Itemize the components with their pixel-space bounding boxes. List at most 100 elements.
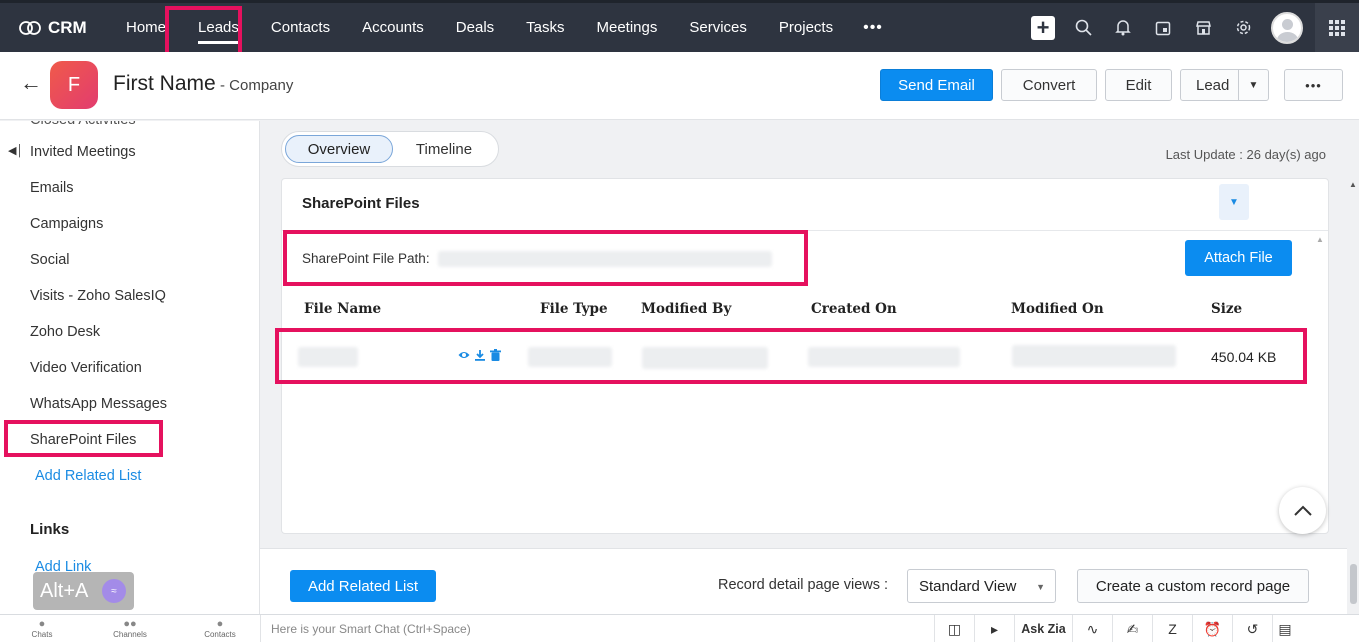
edit-button[interactable]: Edit [1105, 69, 1172, 101]
smart-chat-input[interactable]: Here is your Smart Chat (Ctrl+Space) [260, 615, 932, 642]
sidebar-item-whatsapp-messages[interactable]: WhatsApp Messages [30, 396, 167, 412]
footer-tab-chats[interactable]: ● Chats [12, 618, 72, 639]
page-scrollbar[interactable]: ▲ [1347, 178, 1359, 614]
chevron-down-icon[interactable]: ▼ [1219, 184, 1249, 220]
contacts-icon: ● [216, 618, 224, 630]
voice-icon: ≈ [102, 579, 126, 603]
scroll-up-icon[interactable]: ▲ [1316, 235, 1324, 244]
download-icon[interactable] [474, 349, 486, 361]
column-modified-by[interactable]: Modified By [641, 301, 731, 317]
panel-scrollbar[interactable]: ▲ [1313, 231, 1325, 533]
sidebar-item-visits-salesiq[interactable]: Visits - Zoho SalesIQ [30, 288, 166, 304]
record-header: ← F First Name - Company Send Email Conv… [0, 52, 1359, 120]
shortcut-label: Alt+A [40, 579, 89, 602]
channels-icon: ●● [123, 618, 137, 630]
calendar-button[interactable] [1143, 3, 1183, 52]
brand-label: CRM [48, 17, 87, 37]
size-cell: 450.04 KB [1211, 349, 1277, 365]
record-avatar: F [50, 61, 98, 109]
notes-icon[interactable]: ▤ [1272, 615, 1297, 642]
column-size[interactable]: Size [1211, 301, 1242, 317]
user-avatar[interactable] [1271, 11, 1303, 44]
alarm-icon[interactable]: ⏰ [1192, 615, 1232, 642]
signals-icon[interactable]: ∿ [1072, 615, 1112, 642]
nav-leads[interactable]: Leads [182, 3, 255, 52]
screen-share-icon[interactable]: ◫ [934, 615, 974, 642]
marketplace-button[interactable] [1183, 3, 1223, 52]
sidebar-item-zoho-desk[interactable]: Zoho Desk [30, 324, 100, 340]
nav-deals[interactable]: Deals [440, 3, 510, 52]
footer-bar: ● Chats ●● Channels ● Contacts Here is y… [0, 614, 1359, 642]
nav-meetings[interactable]: Meetings [581, 3, 674, 52]
nav-home[interactable]: Home [110, 3, 182, 52]
footer-tab-contacts-label: Contacts [204, 630, 236, 639]
nav-projects[interactable]: Projects [763, 3, 849, 52]
modified-by-redacted [642, 347, 768, 369]
sidebar-item-campaigns[interactable]: Campaigns [30, 216, 103, 232]
add-related-list-link[interactable]: Add Related List [35, 468, 141, 484]
scroll-up-icon[interactable]: ▲ [1349, 180, 1357, 189]
more-actions-button[interactable]: ••• [1284, 69, 1343, 101]
column-modified-on[interactable]: Modified On [1011, 301, 1104, 317]
shortcut-badge[interactable]: Alt+A ≈ [33, 572, 134, 610]
tab-timeline[interactable]: Timeline [396, 135, 492, 163]
history-icon[interactable]: ↺ [1232, 615, 1272, 642]
column-created-on[interactable]: Created On [811, 301, 897, 317]
nav-contacts[interactable]: Contacts [255, 3, 346, 52]
sidebar-item-video-verification[interactable]: Video Verification [30, 360, 142, 376]
chevron-down-icon[interactable]: ▼ [1238, 70, 1268, 100]
record-view-select[interactable]: Standard View ▼ [907, 569, 1056, 603]
ask-zia-button[interactable]: Ask Zia [1014, 615, 1072, 642]
lead-layout-button[interactable]: Lead ▼ [1180, 69, 1269, 101]
search-icon [1075, 19, 1092, 36]
eye-icon[interactable] [458, 349, 470, 361]
apps-grid-button[interactable] [1315, 3, 1359, 52]
announcement-icon[interactable]: ▸ [974, 615, 1014, 642]
sharepoint-path-label: SharePoint File Path: [302, 251, 430, 266]
send-email-button[interactable]: Send Email [880, 69, 993, 101]
notifications-button[interactable] [1103, 3, 1143, 52]
sharepoint-files-panel: SharePoint Files ▼ SharePoint File Path:… [281, 178, 1329, 534]
record-company: - Company [220, 77, 294, 94]
row-actions [458, 349, 501, 361]
store-icon [1195, 20, 1211, 35]
feedback-icon[interactable]: ✍ [1112, 615, 1152, 642]
footer-tab-channels-label: Channels [113, 630, 147, 639]
sharepoint-panel-title: SharePoint Files [302, 195, 420, 212]
zia-icon[interactable]: Z [1152, 615, 1192, 642]
crm-logo[interactable]: CRM [18, 18, 110, 38]
related-list-sidebar: Closed Activities ◀│ Invited Meetings Em… [0, 121, 260, 614]
collapse-sidebar-icon[interactable]: ◀│ [8, 144, 23, 157]
bottom-action-bar: Add Related List Record detail page view… [260, 548, 1347, 614]
nav-tasks[interactable]: Tasks [510, 3, 580, 52]
create-custom-record-page-button[interactable]: Create a custom record page [1077, 569, 1309, 603]
tab-overview[interactable]: Overview [285, 135, 393, 163]
scrollbar-thumb[interactable] [1350, 564, 1357, 604]
footer-tab-chats-label: Chats [31, 630, 53, 639]
settings-button[interactable] [1223, 3, 1263, 52]
back-arrow-icon[interactable]: ← [20, 70, 42, 96]
back-to-top-button[interactable] [1279, 487, 1326, 534]
footer-tab-contacts[interactable]: ● Contacts [190, 618, 250, 639]
sidebar-item-social[interactable]: Social [30, 252, 70, 268]
crm-logo-icon [19, 20, 41, 35]
trash-icon[interactable] [490, 349, 501, 361]
create-button[interactable]: + [1023, 3, 1063, 52]
nav-accounts[interactable]: Accounts [346, 3, 440, 52]
search-button[interactable] [1063, 3, 1103, 52]
attach-file-button[interactable]: Attach File [1185, 240, 1292, 276]
footer-tab-channels[interactable]: ●● Channels [100, 618, 160, 639]
sidebar-item-sharepoint-files[interactable]: SharePoint Files [30, 432, 136, 448]
nav-services[interactable]: Services [673, 3, 763, 52]
file-name-redacted[interactable] [298, 347, 358, 367]
top-navigation: CRM Home Leads Contacts Accounts Deals T… [0, 0, 1359, 52]
convert-button[interactable]: Convert [1001, 69, 1097, 101]
sharepoint-path-value-redacted [438, 251, 772, 267]
add-related-list-button[interactable]: Add Related List [290, 570, 436, 602]
sidebar-item-invited-meetings[interactable]: Invited Meetings [30, 144, 136, 160]
column-file-name[interactable]: File Name [304, 301, 381, 317]
column-file-type[interactable]: File Type [540, 301, 608, 317]
sidebar-item-emails[interactable]: Emails [30, 180, 74, 196]
nav-more-button[interactable]: ••• [849, 3, 897, 52]
links-heading: Links [30, 521, 70, 538]
